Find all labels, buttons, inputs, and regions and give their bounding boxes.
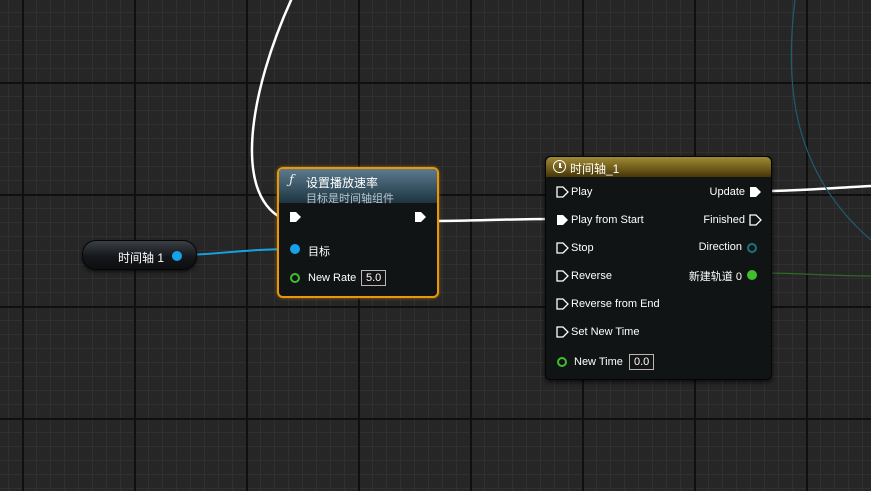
- new-rate-value-field[interactable]: 5.0: [361, 270, 387, 286]
- node-title: 时间轴_1: [570, 162, 620, 176]
- new-time-label: New Time: [574, 356, 623, 368]
- node-header: ƒ 设置播放速率 目标是时间轴组件: [279, 169, 437, 205]
- input-stop-label: Stop: [571, 242, 594, 254]
- exec-wire-func-to-timeline[interactable]: [427, 217, 557, 223]
- object-output-pin[interactable]: [172, 251, 182, 261]
- new-time-input-pin[interactable]: [557, 357, 567, 367]
- function-icon: ƒ: [289, 173, 294, 188]
- direction-output-pin[interactable]: [747, 243, 757, 253]
- target-input-pin[interactable]: [290, 244, 300, 254]
- input-set-new-time-label: Set New Time: [571, 326, 640, 338]
- input-play-from-start-label: Play from Start: [571, 214, 644, 226]
- exec-wire-update-out[interactable]: [761, 184, 871, 193]
- output-update-label: Update: [709, 186, 745, 198]
- input-reverse-label: Reverse: [571, 270, 612, 282]
- target-label: 目标: [308, 246, 330, 258]
- node-header: 时间轴_1: [546, 157, 771, 177]
- output-direction-label: Direction: [698, 241, 742, 253]
- timeline-variable-node[interactable]: 时间轴 1: [82, 240, 197, 270]
- new-rate-input-pin[interactable]: [290, 273, 300, 283]
- output-finished-label: Finished: [703, 214, 745, 226]
- input-play-label: Play: [571, 186, 593, 198]
- clock-icon: [553, 160, 566, 173]
- node-title: 设置播放速率: [306, 176, 379, 190]
- timeline-node[interactable]: 时间轴_1 Play Play from Start Stop Reverse …: [545, 156, 772, 380]
- faint-wire-right: [790, 0, 871, 241]
- set-play-rate-node[interactable]: ƒ 设置播放速率 目标是时间轴组件 目标 New Rate 5.0: [277, 167, 439, 298]
- new-rate-label: New Rate: [308, 272, 357, 284]
- variable-label: 时间轴 1: [117, 251, 164, 265]
- new-track-output-pin[interactable]: [747, 270, 757, 280]
- new-time-value-field[interactable]: 0.0: [629, 354, 655, 370]
- input-reverse-from-end-label: Reverse from End: [571, 298, 660, 310]
- node-subtitle: 目标是时间轴组件: [306, 193, 394, 205]
- float-wire-new-track: [759, 272, 871, 277]
- output-new-track-label: 新建轨道 0: [688, 271, 742, 283]
